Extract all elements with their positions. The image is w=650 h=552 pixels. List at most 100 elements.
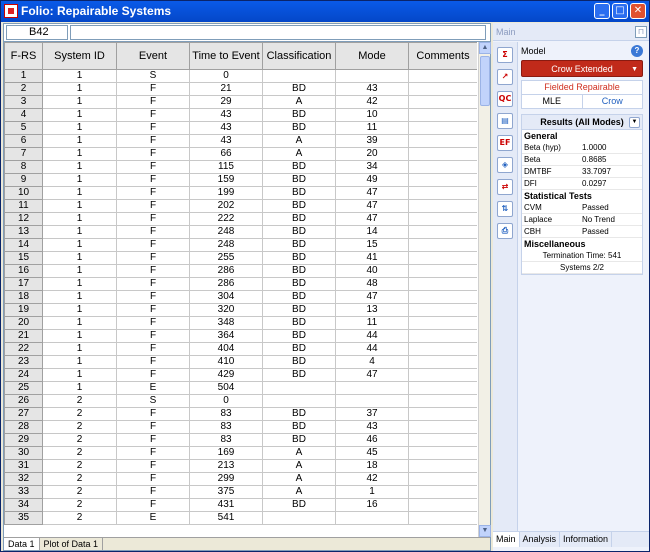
row-number[interactable]: 32 [4, 472, 43, 486]
grid-cell[interactable]: F [116, 368, 190, 382]
grid-cell[interactable]: F [116, 264, 190, 278]
sheet-tab-plot[interactable]: Plot of Data 1 [39, 538, 104, 550]
grid-cell[interactable]: BD [262, 212, 336, 226]
grid-cell[interactable]: A [262, 459, 336, 473]
grid-cell[interactable]: 299 [189, 472, 263, 486]
grid-cell[interactable]: F [116, 407, 190, 421]
grid-cell[interactable]: S [116, 394, 190, 408]
grid-cell[interactable]: 48 [335, 277, 409, 291]
row-number[interactable]: 28 [4, 420, 43, 434]
row-number[interactable]: 11 [4, 199, 43, 213]
grid-cell[interactable] [335, 511, 409, 525]
grid-cell[interactable] [408, 82, 477, 96]
results-header[interactable]: Results (All Modes) ▼ [522, 115, 642, 130]
grid-cell[interactable] [408, 498, 477, 512]
grid-cell[interactable]: 29 [189, 95, 263, 109]
grid-cell[interactable]: 255 [189, 251, 263, 265]
grid-cell[interactable] [408, 134, 477, 148]
row-number[interactable]: 8 [4, 160, 43, 174]
grid-cell[interactable] [262, 69, 336, 83]
grid-cell[interactable]: 13 [335, 303, 409, 317]
tab-analysis[interactable]: Analysis [520, 532, 561, 547]
row-number[interactable]: 29 [4, 433, 43, 447]
row-number[interactable]: 19 [4, 303, 43, 317]
grid-cell[interactable] [408, 69, 477, 83]
help-icon[interactable]: ? [631, 45, 643, 57]
column-header[interactable]: F-RS [4, 42, 43, 70]
grid-cell[interactable]: A [262, 446, 336, 460]
grid-cell[interactable]: 248 [189, 238, 263, 252]
grid-cell[interactable]: 2 [42, 459, 117, 473]
grid-cell[interactable] [408, 160, 477, 174]
row-number[interactable]: 2 [4, 82, 43, 96]
grid-cell[interactable] [408, 316, 477, 330]
grid-cell[interactable]: 1 [42, 264, 117, 278]
grid-cell[interactable]: BD [262, 303, 336, 317]
grid-cell[interactable] [408, 368, 477, 382]
results-dropdown-icon[interactable]: ▼ [629, 117, 640, 128]
grid-cell[interactable]: 16 [335, 498, 409, 512]
grid-cell[interactable]: 2 [42, 407, 117, 421]
row-number[interactable]: 16 [4, 264, 43, 278]
grid-cell[interactable]: 541 [189, 511, 263, 525]
grid-cell[interactable]: BD [262, 82, 336, 96]
grid-cell[interactable]: BD [262, 238, 336, 252]
grid-cell[interactable]: S [116, 69, 190, 83]
grid-cell[interactable]: F [116, 121, 190, 135]
sheet-tab-data-1[interactable]: Data 1 [4, 538, 40, 550]
grid-cell[interactable]: A [262, 147, 336, 161]
grid-cell[interactable]: 34 [335, 160, 409, 174]
grid-cell[interactable] [408, 342, 477, 356]
grid-cell[interactable] [408, 355, 477, 369]
grid-cell[interactable]: 1 [42, 381, 117, 395]
grid-cell[interactable]: 14 [335, 225, 409, 239]
row-number[interactable]: 33 [4, 485, 43, 499]
grid-cell[interactable] [335, 381, 409, 395]
grid-cell[interactable]: 1 [42, 108, 117, 122]
grid-cell[interactable]: 1 [42, 121, 117, 135]
grid-cell[interactable] [408, 394, 477, 408]
report-icon[interactable]: ▤ [497, 113, 513, 129]
grid-cell[interactable] [408, 121, 477, 135]
grid-cell[interactable]: 47 [335, 368, 409, 382]
grid-cell[interactable] [408, 485, 477, 499]
grid-cell[interactable] [262, 381, 336, 395]
grid-cell[interactable]: 159 [189, 173, 263, 187]
grid-cell[interactable] [408, 199, 477, 213]
grid-cell[interactable]: 1 [42, 147, 117, 161]
grid-cell[interactable]: 47 [335, 199, 409, 213]
grid-cell[interactable] [408, 511, 477, 525]
crow-option[interactable]: Crow [581, 95, 643, 108]
grid-cell[interactable]: 199 [189, 186, 263, 200]
grid-cell[interactable]: 375 [189, 485, 263, 499]
grid-cell[interactable]: 1 [42, 355, 117, 369]
row-number[interactable]: 3 [4, 95, 43, 109]
grid-cell[interactable]: 1 [42, 212, 117, 226]
grid-cell[interactable]: 37 [335, 407, 409, 421]
maximize-button[interactable]: □ [612, 3, 628, 19]
grid-cell[interactable]: 1 [42, 186, 117, 200]
data-type-button[interactable]: Fielded Repairable [521, 80, 643, 95]
grid-cell[interactable]: A [262, 485, 336, 499]
grid-cell[interactable]: 1 [335, 485, 409, 499]
row-number[interactable]: 35 [4, 511, 43, 525]
grid-cell[interactable]: 404 [189, 342, 263, 356]
cell-reference-box[interactable]: B42 [6, 25, 68, 40]
row-number[interactable]: 6 [4, 134, 43, 148]
grid-cell[interactable]: F [116, 147, 190, 161]
grid-cell[interactable]: 2 [42, 433, 117, 447]
column-header[interactable]: Comments [408, 42, 477, 70]
row-number[interactable]: 9 [4, 173, 43, 187]
grid-cell[interactable]: 44 [335, 329, 409, 343]
grid-cell[interactable] [408, 277, 477, 291]
grid-cell[interactable]: 1 [42, 329, 117, 343]
grid-cell[interactable]: BD [262, 407, 336, 421]
row-number[interactable]: 24 [4, 368, 43, 382]
grid-cell[interactable]: BD [262, 160, 336, 174]
grid-cell[interactable]: 11 [335, 121, 409, 135]
grid-cell[interactable]: F [116, 225, 190, 239]
grid-cell[interactable]: 47 [335, 290, 409, 304]
grid-cell[interactable]: 2 [42, 394, 117, 408]
row-number[interactable]: 13 [4, 225, 43, 239]
grid-cell[interactable]: 46 [335, 433, 409, 447]
